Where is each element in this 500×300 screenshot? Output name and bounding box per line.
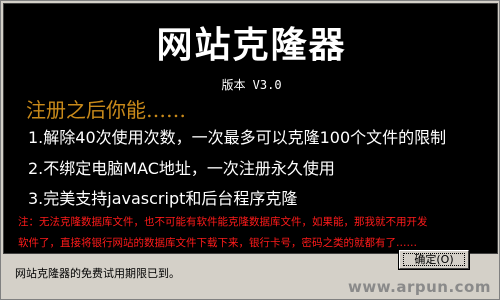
ok-button[interactable]: 确定(O) xyxy=(398,249,470,270)
note-line: 软件了，直接将银行网站的数据库文件下载下来，银行卡号，密码之类的就都有了…… xyxy=(18,237,417,249)
app-title: 网站克隆器 xyxy=(156,25,347,66)
feature-item: 2.不绑定电脑MAC地址，一次注册永久使用 xyxy=(28,159,335,178)
trial-expired-dialog: 网站克隆器 版本 V3.0 注册之后你能…… 1.解除40次使用次数，一次最多可… xyxy=(0,0,500,300)
splash-panel: 网站克隆器 版本 V3.0 注册之后你能…… 1.解除40次使用次数，一次最多可… xyxy=(3,3,498,254)
version-label: 版本 V3.0 xyxy=(221,78,282,92)
feature-item: 1.解除40次使用次数，一次最多可以克隆100个文件的限制 xyxy=(28,128,447,147)
site-watermark: www.arpun.com xyxy=(348,278,491,296)
trial-expired-message: 网站克隆器的免费试用期限已到。 xyxy=(15,267,180,280)
ok-button-label: 确定(O) xyxy=(414,253,454,266)
register-benefits-heading: 注册之后你能…… xyxy=(26,98,186,122)
feature-item: 3.完美支持javascript和后台程序克隆 xyxy=(28,189,298,208)
note-line: 注：无法克隆数据库文件，也不可能有软件能克隆数据库文件，如果能，那我就不用开发 xyxy=(18,216,428,228)
